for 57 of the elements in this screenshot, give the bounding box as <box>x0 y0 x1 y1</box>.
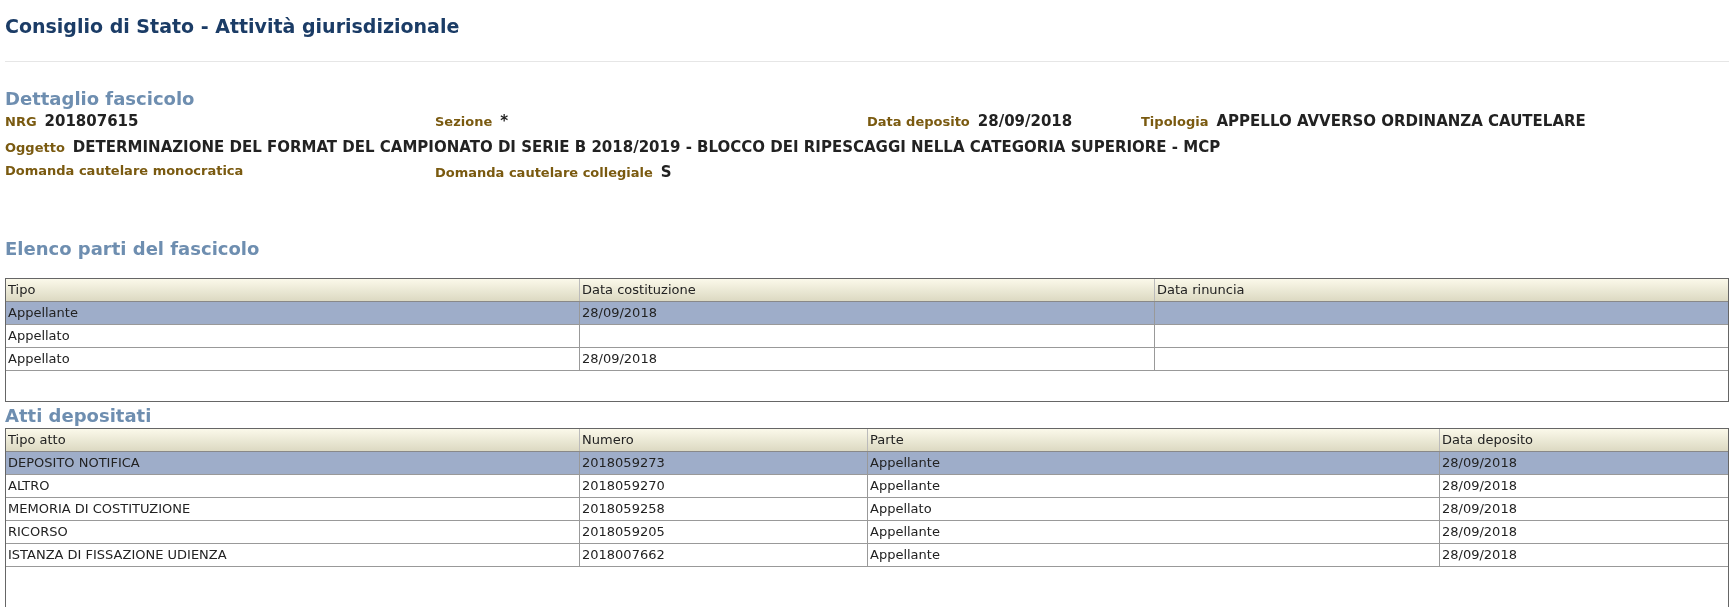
table-row[interactable]: Appellato <box>6 325 1728 348</box>
field-label: NRG <box>5 112 37 131</box>
table-cell-text: Appellato <box>869 500 933 518</box>
table-cell-text: 2018059273 <box>581 454 666 472</box>
field-value: S <box>660 161 672 183</box>
field-value: 201807615 <box>44 110 139 132</box>
table-cell-text: Appellato <box>7 327 71 345</box>
table-row[interactable]: Appellante 28/09/2018 <box>6 302 1728 325</box>
table-cell-text: Appellante <box>869 546 941 564</box>
field-label: Domanda cautelare monocratica <box>5 161 244 180</box>
table-row[interactable]: RICORSO 2018059205 Appellante 28/09/2018 <box>6 521 1728 544</box>
column-header[interactable]: Data deposito <box>1440 429 1728 451</box>
table-cell-text: 28/09/2018 <box>581 350 658 368</box>
table-cell-text: RICORSO <box>7 523 69 541</box>
section-title: Dettaglio fascicolo <box>4 87 196 110</box>
table-cell-text: 28/09/2018 <box>1441 500 1518 518</box>
table-cell-text: ISTANZA DI FISSAZIONE UDIENZA <box>7 546 228 564</box>
field-label: Sezione <box>435 112 493 131</box>
column-header[interactable]: Parte <box>868 429 1440 451</box>
field-label: Data deposito <box>867 112 970 131</box>
table-cell-text: 28/09/2018 <box>1441 546 1518 564</box>
section-title: Elenco parti del fascicolo <box>4 237 261 261</box>
table-cell-text: 28/09/2018 <box>1441 477 1518 495</box>
table-cell-text: 2018059205 <box>581 523 666 541</box>
table-cell-text: Appellante <box>869 523 941 541</box>
table-cell-text: 2018059258 <box>581 500 666 518</box>
table-cell-text: 2018007662 <box>581 546 666 564</box>
section-title: Atti depositati <box>4 404 153 428</box>
table-cell-text: Appellante <box>869 454 941 472</box>
table-row[interactable]: Appellato 28/09/2018 <box>6 348 1728 371</box>
field-label: Oggetto <box>5 139 65 157</box>
table-row[interactable]: ISTANZA DI FISSAZIONE UDIENZA 2018007662 Appellante 28/09/2018 <box>6 544 1728 567</box>
table-cell-text: 28/09/2018 <box>1441 523 1518 541</box>
table-cell-text: 2018059270 <box>581 477 666 495</box>
field-value: * <box>500 110 509 132</box>
field-label: Domanda cautelare collegiale <box>435 163 653 182</box>
page-title: Consiglio di Stato - Attività giurisdizionale <box>4 14 461 39</box>
field-value: APPELLO AVVERSO ORDINANZA CAUTELARE <box>1216 110 1586 132</box>
column-header[interactable]: Tipo atto <box>6 429 580 451</box>
field-label: Tipologia <box>1141 112 1209 131</box>
table-cell-text: ALTRO <box>7 477 51 495</box>
table-row[interactable]: DEPOSITO NOTIFICA 2018059273 Appellante 28/09/2018 <box>6 452 1728 475</box>
column-header[interactable]: Data rinuncia <box>1155 279 1728 301</box>
column-header[interactable]: Data costituzione <box>580 279 1155 301</box>
table-cell-text: DEPOSITO NOTIFICA <box>7 454 141 472</box>
column-header[interactable]: Numero <box>580 429 868 451</box>
table-cell-text: 28/09/2018 <box>581 304 658 322</box>
table-cell-text: MEMORIA DI COSTITUZIONE <box>7 500 192 518</box>
table-cell-text: Appellante <box>869 477 941 495</box>
field-value: DETERMINAZIONE DEL FORMAT DEL CAMPIONATO DI SERIE B 2018/2019 - BLOCCO DEI RIPESCAGGI NELLA CATEGORIA SUPERIORE - MCP <box>72 137 1221 158</box>
column-header[interactable]: Tipo <box>6 279 580 301</box>
table-row[interactable]: MEMORIA DI COSTITUZIONE 2018059258 Appellato 28/09/2018 <box>6 498 1728 521</box>
table-cell-text: 28/09/2018 <box>1441 454 1518 472</box>
table-cell-text: Appellato <box>7 350 71 368</box>
field-value: 28/09/2018 <box>977 110 1073 132</box>
table-row[interactable]: ALTRO 2018059270 Appellante 28/09/2018 <box>6 475 1728 498</box>
table-cell-text: Appellante <box>7 304 79 322</box>
